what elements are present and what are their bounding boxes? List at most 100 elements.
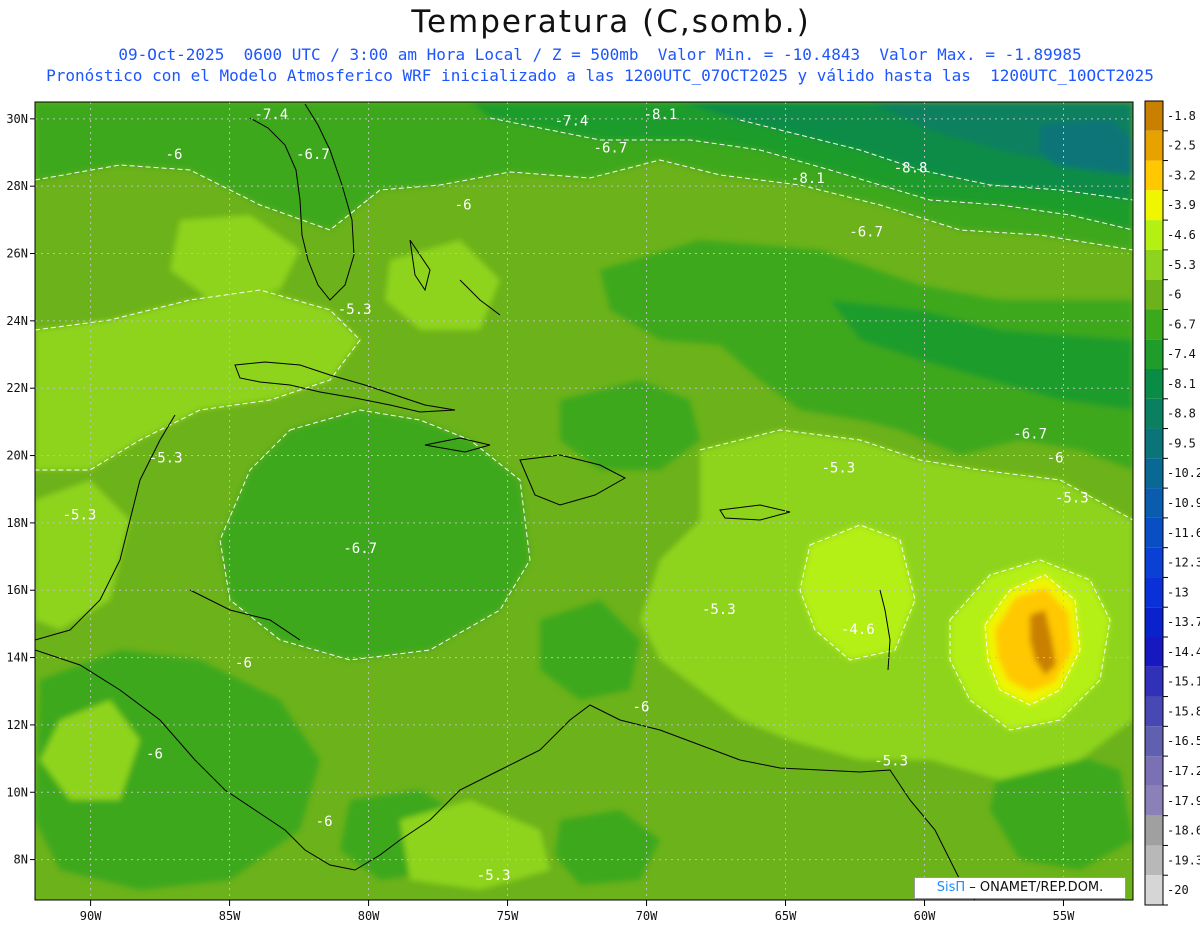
colorbar-swatch	[1145, 369, 1163, 399]
contour-label: -6.7	[1013, 427, 1047, 443]
lat-tick-label: 30N	[6, 112, 28, 126]
temperature-map: -7.4 -7.4 -8.1-6 -6.7 -6.7-8.1-8.8-6-6.7-5.3…	[6, 100, 1200, 923]
colorbar-label: -6.7	[1167, 317, 1196, 331]
lon-tick-label: 70W	[636, 909, 658, 923]
contour-label: -8.8	[894, 161, 928, 177]
colorbar-swatch	[1145, 875, 1163, 905]
colorbar-label: -13.7	[1167, 615, 1200, 629]
lat-tick-label: 24N	[6, 314, 28, 328]
colorbar-swatch	[1145, 756, 1163, 786]
contour-label: -6	[633, 699, 650, 715]
contour-label: -7.4	[254, 107, 288, 123]
colorbar-swatch	[1145, 130, 1163, 161]
colorbar-swatch	[1145, 428, 1163, 459]
lat-tick-label: 8N	[14, 853, 28, 867]
lon-tick-label: 75W	[497, 909, 519, 923]
colorbar-label: -1.8	[1167, 109, 1196, 123]
lat-tick-label: 14N	[6, 651, 28, 665]
colorbar-label: -11.6	[1167, 526, 1200, 540]
colorbar-label: -17.2	[1167, 764, 1200, 778]
lat-tick-label: 26N	[6, 247, 28, 261]
colorbar-label: -12.3	[1167, 556, 1200, 570]
lat-tick-label: 10N	[6, 785, 28, 799]
colorbar-label: -19.3	[1167, 853, 1200, 867]
contour-label: -6	[455, 198, 472, 214]
lon-tick-label: 65W	[775, 909, 797, 923]
colorbar-swatch	[1145, 249, 1163, 280]
contour-label: -6	[235, 656, 252, 672]
colorbar-swatch	[1145, 488, 1163, 518]
colorbar-label: -18.6	[1167, 824, 1200, 838]
contour-label: -6	[146, 747, 163, 763]
contour-label: -5.3	[821, 460, 855, 476]
colorbar-label: -3.9	[1167, 198, 1196, 212]
colorbar-label: -9.5	[1167, 436, 1196, 450]
lon-tick-label: 60W	[914, 909, 936, 923]
contour-label: -6	[1047, 450, 1064, 466]
colorbar-swatch	[1145, 339, 1163, 369]
colorbar-swatch	[1145, 666, 1163, 697]
colorbar-label: -8.8	[1167, 407, 1196, 421]
latitude-axis: 8N 10N 12N 14N 16N 18N 20N 22N 24N 26N 28N 30N	[6, 112, 35, 867]
contour-label: -8.1	[644, 107, 678, 123]
colorbar-swatch	[1145, 815, 1163, 846]
colorbar-swatch	[1145, 607, 1163, 637]
lon-tick-label: 80W	[358, 909, 380, 923]
colorbar-label: -15.1	[1167, 675, 1200, 689]
lat-tick-label: 12N	[6, 718, 28, 732]
contour-label: -5.3	[702, 602, 736, 618]
contour-label: -6.7	[296, 147, 330, 163]
colorbar-label: -20	[1167, 883, 1189, 897]
colorbar-label: -3.2	[1167, 168, 1196, 182]
contour-label: -6.7	[849, 225, 883, 241]
colorbar-swatch	[1145, 785, 1163, 816]
colorbar-swatch	[1145, 517, 1163, 548]
colorbar-swatch	[1145, 547, 1163, 578]
longitude-axis: 90W 85W 80W 75W 70W 65W 60W 55W	[80, 900, 1075, 923]
contour-label: -5.3	[338, 302, 372, 318]
colorbar-label: -6	[1167, 288, 1181, 302]
contour-label: -7.4	[555, 114, 589, 130]
colorbar-swatch	[1145, 577, 1163, 608]
contour-label: -5.3	[63, 508, 97, 524]
colorbar-label: -2.5	[1167, 139, 1196, 153]
lon-tick-label: 90W	[80, 909, 102, 923]
contour-label: -5.3	[1055, 491, 1089, 507]
colorbar-label: -7.4	[1167, 347, 1196, 361]
colorbar-label: -10.2	[1167, 466, 1200, 480]
contour-label: -4.6	[841, 622, 875, 638]
contour-label: -5.3	[149, 450, 183, 466]
colorbar-swatch	[1145, 160, 1163, 191]
colorbar-label: -8.1	[1167, 377, 1196, 391]
contour-label: -6	[316, 814, 333, 830]
colorbar-swatch	[1145, 458, 1163, 489]
colorbar-swatch	[1145, 398, 1163, 429]
sis-logo-text: SisΠ	[936, 880, 966, 895]
colorbar-swatch	[1145, 101, 1163, 131]
colorbar-swatch	[1145, 845, 1163, 876]
colorbar-label: -15.8	[1167, 704, 1200, 718]
lon-tick-label: 85W	[219, 909, 241, 923]
colorbar-label: -4.6	[1167, 228, 1196, 242]
map-plot-area: -7.4 -7.4 -8.1-6 -6.7 -6.7-8.1-8.8-6-6.7-5.3…	[35, 102, 1133, 900]
colorbar-swatch	[1145, 696, 1163, 727]
contour-label: -5.3	[874, 753, 908, 769]
colorbar-swatch	[1145, 279, 1163, 310]
colorbar-swatch	[1145, 220, 1163, 250]
lat-tick-label: 18N	[6, 516, 28, 530]
lat-tick-label: 16N	[6, 583, 28, 597]
colorbar: -1.8 -2.5 -3.2 -3.9 -4.6 -5.3 -6 -6.7 -7.4 -8.1 -8…	[1144, 100, 1200, 906]
colorbar-label: -10.9	[1167, 496, 1200, 510]
lat-tick-label: 20N	[6, 449, 28, 463]
colorbar-swatch	[1145, 726, 1163, 757]
contour-label: -5.3	[477, 868, 511, 884]
colorbar-label: -14.4	[1167, 645, 1200, 659]
colorbar-swatch	[1145, 637, 1163, 667]
lat-tick-label: 28N	[6, 179, 28, 193]
colorbar-label: -16.5	[1167, 734, 1200, 748]
credit-box: SisΠ – ONAMET/REP.DOM.	[914, 877, 1126, 899]
lat-tick-label: 22N	[6, 381, 28, 395]
colorbar-label: -17.9	[1167, 794, 1200, 808]
lon-tick-label: 55W	[1053, 909, 1075, 923]
contour-label: -6	[166, 147, 183, 163]
